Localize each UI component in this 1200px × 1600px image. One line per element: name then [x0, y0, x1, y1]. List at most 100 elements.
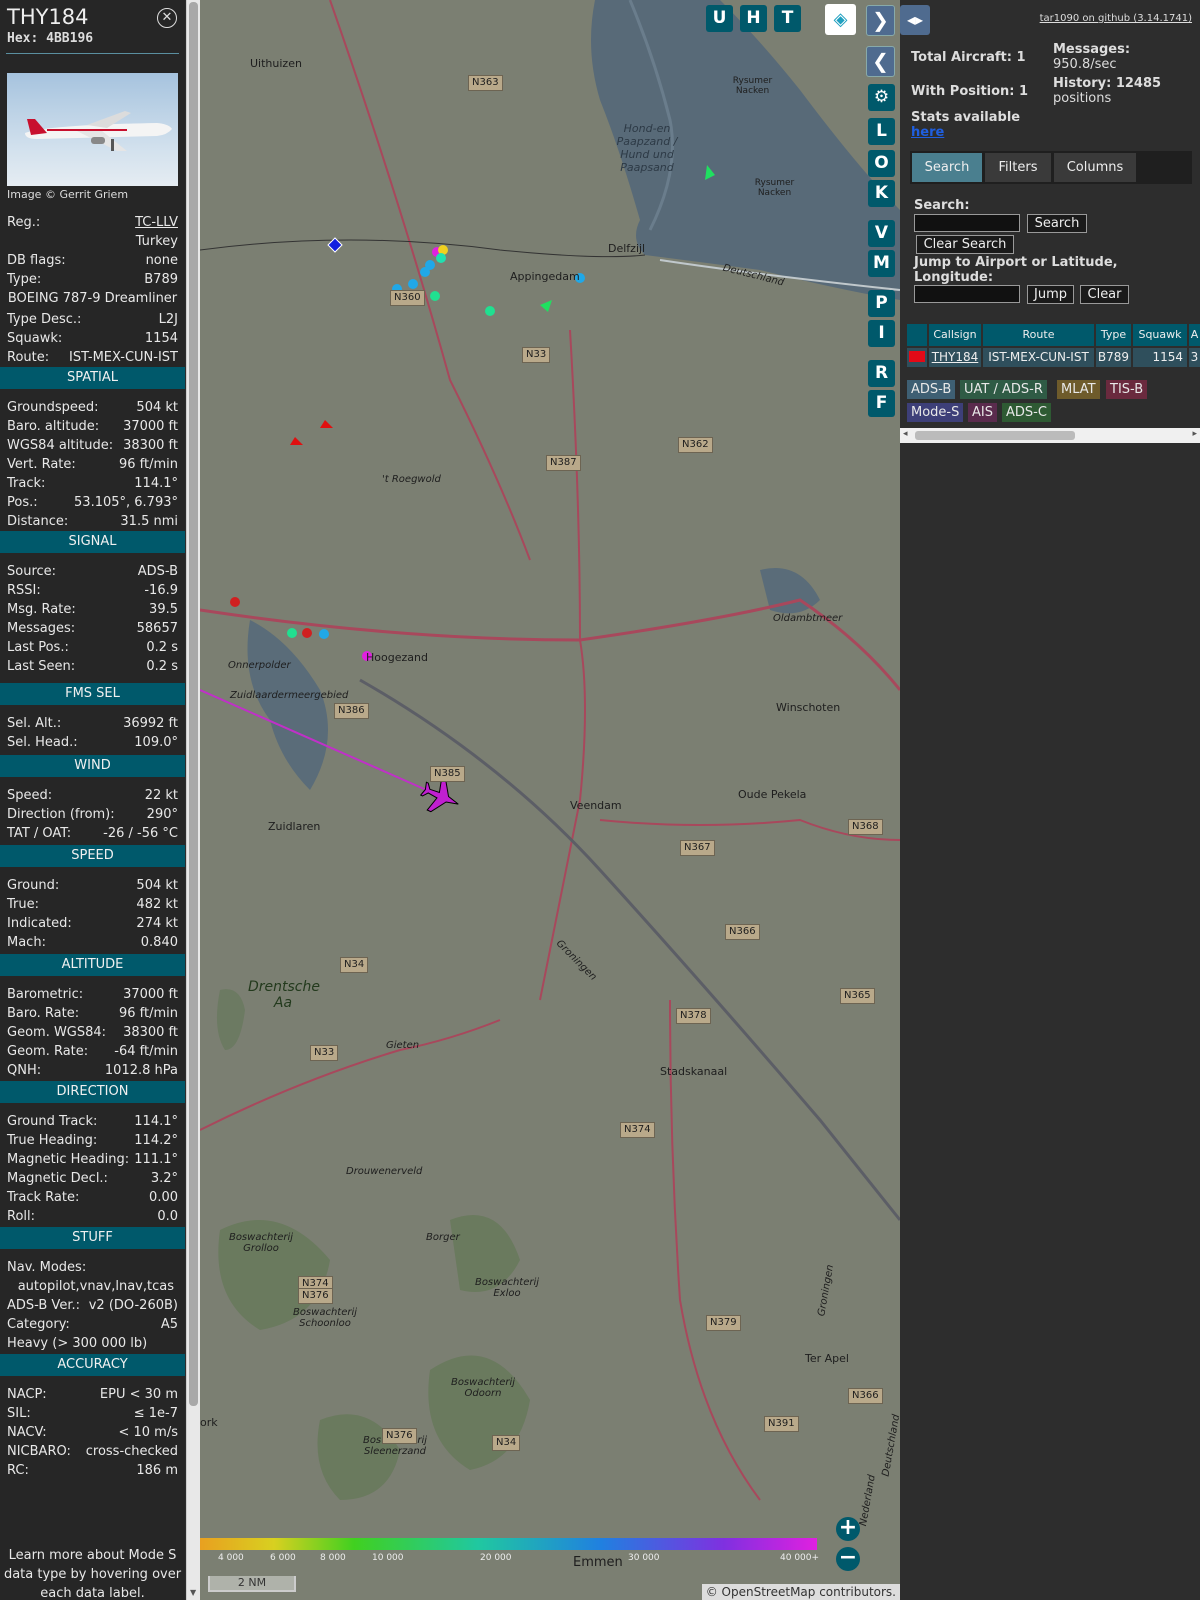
panel-scrollbar[interactable]: ▼	[186, 0, 200, 1600]
info-label[interactable]: Mach:	[7, 933, 46, 952]
place-label: Boswachterij Schoonloo	[292, 1307, 358, 1329]
info-label[interactable]: Indicated:	[7, 914, 72, 933]
info-label[interactable]: Magnetic Heading:	[7, 1150, 129, 1169]
layers-icon[interactable]: ◈	[825, 4, 856, 35]
map-button-l[interactable]: L	[868, 118, 895, 145]
info-label[interactable]: Source:	[7, 562, 56, 581]
info-label[interactable]: Route:	[7, 348, 49, 367]
jump-input[interactable]	[914, 285, 1020, 303]
road-label: N385	[430, 766, 465, 782]
info-label[interactable]: TAT / OAT:	[7, 824, 71, 843]
info-label[interactable]: Barometric:	[7, 985, 83, 1004]
info-label[interactable]: Magnetic Decl.:	[7, 1169, 108, 1188]
info-label[interactable]: Track:	[7, 474, 45, 493]
map-button-i[interactable]: I	[868, 320, 895, 347]
map-button-r[interactable]: R	[868, 360, 895, 387]
info-label[interactable]: Ground:	[7, 876, 59, 895]
column-route[interactable]: Route	[983, 324, 1095, 346]
aircraft-photo[interactable]	[7, 73, 178, 186]
map-view[interactable]: Uithuizen Appingedam Delfzijl Hond-en Paapz…	[200, 0, 900, 1600]
info-label[interactable]: Nav. Modes:	[7, 1258, 86, 1277]
jump-button[interactable]: Jump	[1027, 285, 1074, 304]
info-label[interactable]: WGS84 altitude:	[7, 436, 113, 455]
chevron-left-icon[interactable]: ❮	[866, 46, 895, 77]
gear-icon[interactable]: ⚙	[868, 84, 895, 111]
map-button-m[interactable]: M	[868, 250, 895, 277]
info-label[interactable]: Direction (from):	[7, 805, 115, 824]
info-row: Vert. Rate: 96 ft/min	[7, 455, 178, 474]
info-value[interactable]: TC-LLV	[135, 213, 178, 232]
info-label[interactable]: Type:	[7, 270, 41, 289]
row-callsign[interactable]: THY184	[929, 348, 982, 367]
altitude-scale-label: 6 000	[270, 1553, 296, 1563]
info-row: NACP: EPU < 30 m	[7, 1385, 178, 1404]
info-label[interactable]: Speed:	[7, 786, 52, 805]
column-squawk[interactable]: Squawk	[1133, 324, 1188, 346]
info-label[interactable]: DB flags:	[7, 251, 66, 270]
map-button-p[interactable]: P	[868, 290, 895, 317]
messages-value: 950.8/sec	[1053, 57, 1117, 72]
map-button-t[interactable]: T	[774, 5, 801, 32]
info-label[interactable]: Last Seen:	[7, 657, 75, 676]
zoom-in-button[interactable]: +	[836, 1517, 860, 1541]
info-label[interactable]: Baro. altitude:	[7, 417, 99, 436]
info-label[interactable]: RSSI:	[7, 581, 41, 600]
info-label[interactable]: Roll:	[7, 1207, 35, 1226]
map-button-f[interactable]: F	[868, 390, 895, 417]
map-button-k[interactable]: K	[868, 180, 895, 207]
info-label[interactable]: Geom. Rate:	[7, 1042, 88, 1061]
info-label[interactable]: NICBARO:	[7, 1442, 71, 1461]
info-label[interactable]: Msg. Rate:	[7, 600, 76, 619]
clear-search-button[interactable]: Clear Search	[916, 235, 1014, 254]
info-label[interactable]: SIL:	[7, 1404, 31, 1423]
section-header: WIND	[0, 755, 185, 777]
info-value: 186 m	[136, 1463, 178, 1478]
info-label[interactable]: QNH:	[7, 1061, 41, 1080]
info-label[interactable]: ADS-B Ver.:	[7, 1296, 80, 1315]
search-button[interactable]: Search	[1027, 214, 1087, 233]
info-label[interactable]: Groundspeed:	[7, 398, 98, 417]
stats-link[interactable]: here	[911, 125, 944, 140]
info-label[interactable]: NACP:	[7, 1385, 47, 1404]
info-label[interactable]: Sel. Alt.:	[7, 714, 61, 733]
map-button-u[interactable]: U	[706, 5, 733, 32]
info-label[interactable]: RC:	[7, 1461, 29, 1480]
clear-button[interactable]: Clear	[1080, 285, 1129, 304]
info-label[interactable]: NACV:	[7, 1423, 47, 1442]
info-label[interactable]: Distance:	[7, 512, 68, 531]
info-label[interactable]: Last Pos.:	[7, 638, 69, 657]
map-button-v[interactable]: V	[868, 220, 895, 247]
info-label[interactable]: Sel. Head.:	[7, 733, 78, 752]
info-label[interactable]: True Heading:	[7, 1131, 97, 1150]
info-label[interactable]: True:	[7, 895, 39, 914]
map-button-o[interactable]: O	[868, 150, 895, 177]
tab-columns[interactable]: Columns	[1054, 153, 1136, 182]
info-label[interactable]: Geom. WGS84:	[7, 1023, 106, 1042]
info-label[interactable]: Reg.:	[7, 213, 40, 232]
info-label[interactable]: Track Rate:	[7, 1188, 79, 1207]
close-icon[interactable]: ✕	[157, 8, 177, 28]
info-label[interactable]: Heavy (> 300 000 lb)	[7, 1334, 147, 1353]
tab-filters[interactable]: Filters	[985, 153, 1051, 182]
github-link[interactable]: tar1090 on github (3.14.1741)	[1040, 13, 1192, 24]
column-altitude[interactable]: A	[1189, 324, 1200, 346]
info-label[interactable]: Baro. Rate:	[7, 1004, 79, 1023]
info-label[interactable]: Squawk:	[7, 329, 62, 348]
info-label[interactable]: Vert. Rate:	[7, 455, 76, 474]
place-label: Uithuizen	[250, 57, 302, 70]
info-label[interactable]: Pos.:	[7, 493, 38, 512]
toggle-sidebar-icon[interactable]: ◂▸	[900, 5, 930, 35]
column-type[interactable]: Type	[1096, 324, 1132, 346]
chevron-right-icon[interactable]: ❯	[866, 5, 895, 36]
search-input[interactable]	[914, 214, 1020, 232]
tab-search[interactable]: Search	[912, 153, 982, 182]
zoom-out-button[interactable]: −	[836, 1547, 860, 1571]
info-label[interactable]: Ground Track:	[7, 1112, 97, 1131]
info-label[interactable]: Category:	[7, 1315, 70, 1334]
info-label[interactable]: Messages:	[7, 619, 75, 638]
row-altitude: 3	[1189, 348, 1200, 367]
table-scrollbar[interactable]: ◂ ▸	[900, 428, 1200, 443]
column-callsign[interactable]: Callsign	[929, 324, 982, 346]
map-button-h[interactable]: H	[740, 5, 767, 32]
info-label[interactable]: Type Desc.:	[7, 310, 81, 329]
